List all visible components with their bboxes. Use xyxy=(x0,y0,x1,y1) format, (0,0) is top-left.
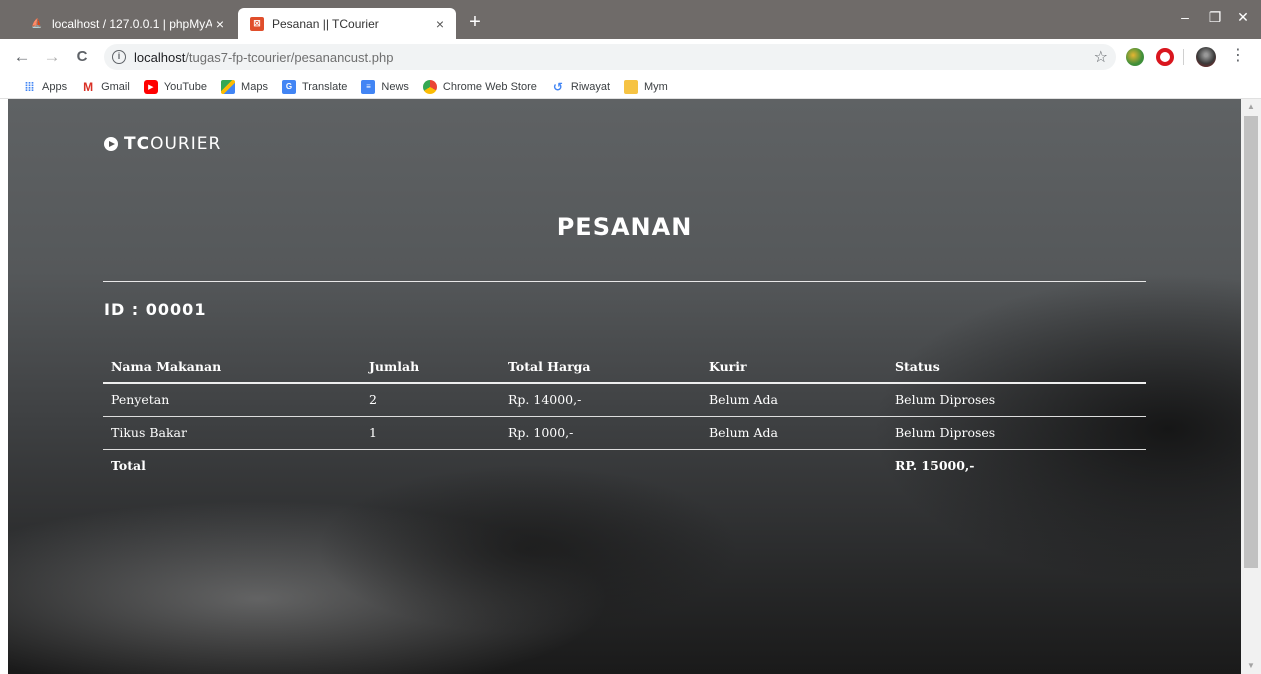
column-header: Status xyxy=(887,351,1146,384)
info-icon[interactable]: i xyxy=(112,50,126,64)
tab-phpmyadmin[interactable]: ⛵ localhost / 127.0.0.1 | phpMyAdm × xyxy=(18,8,236,39)
scroll-up-arrow-icon[interactable]: ▲ xyxy=(1241,99,1261,115)
url-path: /tugas7-fp-tcourier/pesanancust.php xyxy=(185,49,394,65)
new-tab-button[interactable]: + xyxy=(462,10,488,36)
total-value: RP. 15000,- xyxy=(895,458,975,474)
chrome-web-store-icon xyxy=(422,79,437,94)
site-logo[interactable]: TC OURIER xyxy=(104,134,221,154)
tab-title: localhost / 127.0.0.1 | phpMyAdm xyxy=(52,16,212,31)
table-row: Penyetan 2 Rp. 14000,- Belum Ada Belum D… xyxy=(103,383,1146,417)
news-icon: ≡ xyxy=(361,79,376,94)
bookmark-gmail[interactable]: M Gmail xyxy=(81,80,130,94)
close-window-button[interactable]: ✕ xyxy=(1228,6,1258,28)
bookmark-translate[interactable]: G Translate xyxy=(281,79,348,94)
bookmark-star-icon[interactable]: ☆ xyxy=(1094,47,1108,67)
bookmark-label: Chrome Web Store xyxy=(442,80,537,93)
bookmark-maps[interactable]: Maps xyxy=(221,79,268,94)
play-icon xyxy=(104,137,118,151)
total-row: Total RP. 15000,- xyxy=(103,449,1146,482)
opera-extension-icon[interactable] xyxy=(1156,48,1174,66)
address-bar[interactable]: i localhost/tugas7-fp-tcourier/pesanancu… xyxy=(104,44,1116,70)
empty-cell xyxy=(361,449,500,482)
close-tab-icon[interactable]: × xyxy=(212,16,228,32)
tab-strip: ⛵ localhost / 127.0.0.1 | phpMyAdm × ⊠ P… xyxy=(0,0,1261,39)
cell-nama-makanan: Penyetan xyxy=(103,383,361,417)
browser-toolbar: ← → C i localhost/tugas7-fp-tcourier/pes… xyxy=(0,39,1261,75)
table-row: Tikus Bakar 1 Rp. 1000,- Belum Ada Belum… xyxy=(103,416,1146,450)
column-header: Jumlah xyxy=(361,351,500,384)
back-button[interactable]: ← xyxy=(10,45,34,69)
translate-icon: G xyxy=(281,79,296,94)
cell-jumlah: 2 xyxy=(361,383,500,417)
column-header: Kurir xyxy=(701,351,887,384)
reload-button[interactable]: C xyxy=(70,45,94,69)
youtube-icon: ▶ xyxy=(143,79,158,94)
tab-title: Pesanan || TCourier xyxy=(272,16,379,31)
folder-icon xyxy=(624,79,638,94)
menu-icon[interactable]: ⋮ xyxy=(1230,45,1246,65)
bookmark-label: Translate xyxy=(301,80,348,93)
order-id-value: 00001 xyxy=(145,300,207,319)
tcourier-icon: ⊠ xyxy=(250,16,264,31)
bookmark-label: Riwayat xyxy=(570,80,610,93)
url-host: localhost xyxy=(134,49,186,65)
bookmark-label: Maps xyxy=(241,80,268,93)
minimize-button[interactable]: – xyxy=(1170,6,1200,28)
cell-total-harga: Rp. 1000,- xyxy=(500,416,701,450)
page-scrollbar[interactable]: ▲ ▼ xyxy=(1241,99,1261,674)
scroll-down-arrow-icon[interactable]: ▼ xyxy=(1241,658,1261,674)
cell-kurir: Belum Ada xyxy=(701,416,887,450)
cell-status: Belum Diproses xyxy=(887,383,1146,417)
logo-rest: OURIER xyxy=(150,134,222,154)
maps-icon xyxy=(221,79,236,94)
total-label: Total xyxy=(111,458,146,474)
extension-icon[interactable] xyxy=(1126,48,1144,66)
scroll-thumb[interactable] xyxy=(1244,116,1258,568)
forward-button[interactable]: → xyxy=(40,45,64,69)
cell-kurir: Belum Ada xyxy=(701,383,887,417)
order-id-label: ID : xyxy=(104,300,146,319)
bookmark-youtube[interactable]: ▶ YouTube xyxy=(143,79,208,94)
cell-total-harga: Rp. 14000,- xyxy=(500,383,701,417)
toolbar-divider xyxy=(1183,49,1184,65)
order-id: ID : 00001 xyxy=(104,300,206,319)
maximize-button[interactable]: ❐ xyxy=(1200,6,1230,28)
tab-pesanan[interactable]: ⊠ Pesanan || TCourier × xyxy=(238,8,456,39)
bookmark-label: YouTube xyxy=(163,80,208,93)
bookmark-label: Gmail xyxy=(101,80,130,93)
table-header-row: Nama Makanan Jumlah Total Harga Kurir St… xyxy=(103,351,1146,384)
bookmark-chrome-web-store[interactable]: Chrome Web Store xyxy=(422,79,537,94)
phpmyadmin-icon: ⛵ xyxy=(31,18,43,28)
column-header: Nama Makanan xyxy=(103,351,361,384)
bookmark-label: News xyxy=(381,80,409,93)
bookmarks-bar: ⁞⁞⁞ Apps M Gmail ▶ YouTube Maps G Translate … xyxy=(0,75,1261,99)
url-text: localhost/tugas7-fp-tcourier/pesanancust… xyxy=(134,50,393,65)
close-tab-icon[interactable]: × xyxy=(432,16,448,32)
cell-jumlah: 1 xyxy=(361,416,500,450)
bookmark-label: Mym xyxy=(644,80,668,93)
empty-cell xyxy=(701,449,887,482)
logo-bold: TC xyxy=(124,134,151,154)
apps-grid-icon: ⁞⁞⁞ xyxy=(24,79,35,94)
page-viewport: TC OURIER PESANAN ID : 00001 Nama Makanan… xyxy=(8,99,1241,674)
page-title: PESANAN xyxy=(556,213,693,241)
divider xyxy=(103,281,1146,282)
bookmark-mym[interactable]: Mym xyxy=(624,79,668,94)
cell-status: Belum Diproses xyxy=(887,416,1146,450)
cell-nama-makanan: Tikus Bakar xyxy=(103,416,361,450)
bookmark-news[interactable]: ≡ News xyxy=(361,79,409,94)
history-icon: ↺ xyxy=(552,79,563,94)
bookmark-riwayat[interactable]: ↺ Riwayat xyxy=(551,80,610,94)
gmail-icon: M xyxy=(83,79,94,94)
orders-table: Nama Makanan Jumlah Total Harga Kurir St… xyxy=(103,351,1146,482)
bookmark-apps[interactable]: ⁞⁞⁞ Apps xyxy=(22,79,68,94)
column-header: Total Harga xyxy=(500,351,701,384)
profile-avatar[interactable] xyxy=(1196,47,1216,67)
empty-cell xyxy=(500,449,701,482)
bookmark-label: Apps xyxy=(42,80,68,93)
